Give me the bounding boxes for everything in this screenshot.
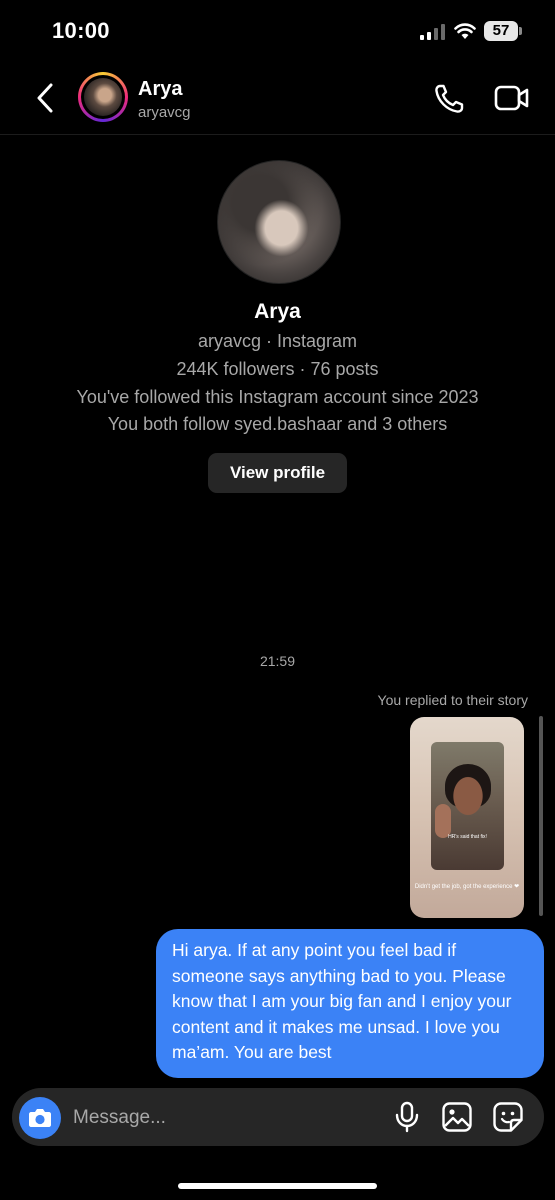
profile-avatar[interactable] bbox=[217, 160, 341, 284]
story-caption: HR's said that fix! bbox=[448, 834, 487, 840]
gallery-icon[interactable] bbox=[441, 1101, 473, 1133]
scrollbar[interactable] bbox=[539, 716, 543, 916]
story-preview[interactable]: HR's said that fix! Didn't get the job, … bbox=[410, 717, 524, 918]
avatar[interactable] bbox=[84, 78, 122, 116]
camera-button[interactable] bbox=[19, 1097, 61, 1139]
message-input[interactable] bbox=[73, 1106, 373, 1130]
story-text: Didn't get the job, got the experience ❤ bbox=[414, 884, 520, 890]
mutual-followers: You both follow syed.bashaar and 3 other… bbox=[107, 414, 448, 434]
phone-icon[interactable] bbox=[432, 82, 466, 116]
video-icon[interactable] bbox=[494, 82, 530, 114]
sent-message-bubble[interactable]: Hi arya. If at any point you feel bad if… bbox=[156, 929, 544, 1078]
microphone-icon[interactable] bbox=[394, 1101, 420, 1133]
story-reply-label: You replied to their story bbox=[377, 692, 528, 708]
signal-icon bbox=[420, 24, 445, 40]
back-icon[interactable] bbox=[34, 82, 56, 114]
status-time: 10:00 bbox=[52, 18, 110, 43]
header-handle[interactable]: aryavcg bbox=[138, 104, 191, 121]
view-profile-button[interactable]: View profile bbox=[208, 453, 347, 493]
story-person-hand bbox=[435, 804, 451, 838]
battery-tip bbox=[519, 27, 522, 35]
profile-name: Arya bbox=[254, 300, 301, 323]
home-indicator[interactable] bbox=[178, 1183, 377, 1189]
followed-since: You've followed this Instagram account s… bbox=[76, 387, 479, 407]
header-name[interactable]: Arya bbox=[138, 78, 182, 101]
sticker-icon[interactable] bbox=[492, 1101, 524, 1133]
battery-icon: 57 bbox=[484, 21, 518, 41]
story-person-face bbox=[451, 774, 485, 818]
story-thumbnail: HR's said that fix! bbox=[431, 742, 504, 870]
message-timestamp: 21:59 bbox=[259, 653, 296, 669]
camera-icon bbox=[29, 1109, 51, 1127]
wifi-icon bbox=[454, 23, 476, 39]
profile-subtitle: aryavcg · Instagram bbox=[197, 331, 358, 351]
profile-stats: 244K followers · 76 posts bbox=[176, 359, 379, 379]
